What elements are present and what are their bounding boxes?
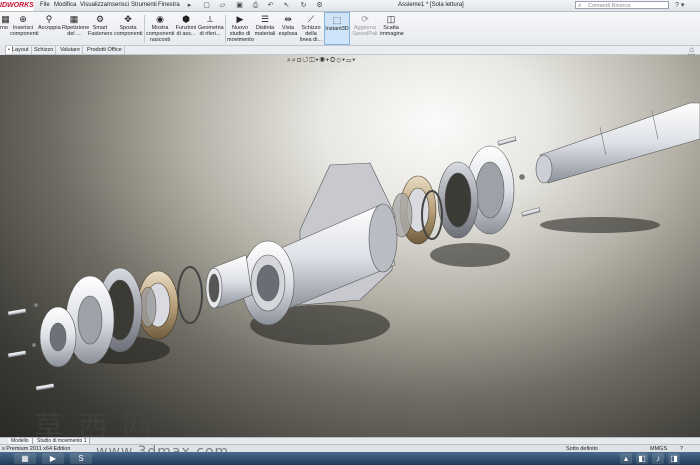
tray-icon-1[interactable]: ▴ (620, 453, 632, 464)
shaft (535, 102, 700, 184)
move-component-icon: ✥ (124, 14, 132, 24)
pattern-icon: ▦ (69, 14, 79, 24)
right-flanges (437, 145, 515, 239)
save-icon[interactable]: ▣ (235, 1, 244, 10)
pin-icon[interactable]: ▸ (185, 1, 194, 10)
options-icon[interactable]: ⚙ (315, 1, 324, 10)
button-label: Mostra componenti nascosti (146, 25, 175, 43)
ribbon-separator (225, 15, 226, 43)
button-label: Inserisci componenti (10, 25, 39, 37)
motion-study-button[interactable]: ▶ Nuovo studio di movimento (227, 12, 254, 45)
left-bearing (137, 270, 179, 340)
command-tabs: • Layout Schizzo Valutare Prodotti Offic… (0, 46, 700, 55)
mate-button[interactable]: ⚲ Accoppia (38, 12, 61, 45)
search-placeholder: Comandi Ricerca (588, 3, 631, 9)
tab-layout[interactable]: Layout (10, 46, 32, 54)
right-bearing (391, 175, 437, 245)
tab-prodotti-office[interactable]: Prodotti Office (85, 46, 125, 54)
undo-icon[interactable]: ↶ (266, 1, 275, 10)
tray-icon-2[interactable]: ◧ (636, 453, 648, 464)
assembly-feature-button[interactable]: ⬢ Funzioni di ass... (175, 12, 197, 45)
button-label: Instant3D (325, 26, 349, 32)
snapshot-button[interactable]: ◫ Scatta immagine (380, 12, 404, 45)
camera-icon: ◫ (386, 14, 396, 24)
insert-component-icon: ⊕ (19, 14, 27, 24)
rebuild-icon[interactable]: ↻ (299, 1, 308, 10)
move-component-button[interactable]: ✥ Sposta componenti (114, 12, 142, 45)
button-label: Nuovo studio di movimento (227, 25, 254, 43)
assembly-feature-icon: ⬢ (182, 14, 190, 24)
solidworks-taskbar-icon[interactable]: S (70, 453, 92, 464)
menu-file[interactable]: File (40, 0, 50, 11)
windows-taskbar: ▦ ▶ S ▴ ◧ ♪ ◨ (0, 452, 700, 465)
button-label: Scatta immagine (380, 25, 404, 37)
search-icon: ⌕ (578, 3, 582, 9)
exploded-assembly-model (7, 102, 700, 391)
menu-bar: IDWORKS File Modifica Visualizza Inseris… (0, 0, 700, 12)
tab-valutare[interactable]: Valutare (58, 46, 84, 54)
motion-study-icon: ▶ (236, 14, 244, 24)
speedpak-icon: ⟳ (361, 14, 369, 24)
insert-component-button[interactable]: ⊕ Inserisci componenti (10, 12, 39, 45)
menu-inserisci[interactable]: Inserisci (107, 0, 129, 11)
app-logo[interactable]: IDWORKS (0, 0, 34, 11)
reference-geometry-button[interactable]: ⟂ Geometria di riferi... (198, 12, 224, 45)
help-icon[interactable]: ? ▾ (675, 1, 695, 10)
media-player-icon[interactable]: ▶ (42, 453, 64, 464)
pattern-button[interactable]: ▦ Ripetizione del ... (62, 12, 90, 45)
search-input[interactable]: ⌕ Comandi Ricerca (575, 1, 669, 9)
menu-strumenti[interactable]: Strumenti (131, 0, 157, 11)
explode-line-button[interactable]: ⟋ Schizzo della linea di... (300, 12, 322, 45)
new-document-icon[interactable]: ▢ (202, 1, 211, 10)
instant3d-icon: ⬚ (332, 15, 342, 25)
tray-icon-3[interactable]: ♪ (652, 453, 664, 464)
graphics-area[interactable] (0, 55, 700, 437)
button-label: Accoppia (38, 25, 61, 31)
heads-up-view-toolbar[interactable]: ⌕⌕⊡↺◫▾◉▾◎⊙▾▭▾ (287, 56, 356, 65)
document-title: Assieme1 * [Sola lettura] (398, 2, 464, 8)
show-hidden-icon: ◉ (156, 14, 164, 24)
button-label: Distinta materiali (254, 25, 276, 37)
tray-icon-4[interactable]: ◨ (668, 453, 680, 464)
exploded-view-button[interactable]: ⇹ Vista esplosa (278, 12, 298, 45)
fastener-icon: ⚙ (95, 14, 105, 24)
menu-modifica[interactable]: Modifica (54, 0, 76, 11)
command-manager: ▦ rno ⊕ Inserisci componenti ⚲ Accoppia ▦ Ri… (0, 12, 700, 46)
ribbon-separator (144, 15, 145, 43)
mate-icon: ⚲ (45, 14, 53, 24)
ribbon-partial-label: rno (0, 25, 8, 31)
button-label: Funzioni di ass... (175, 25, 197, 37)
explode-line-icon: ⟋ (307, 14, 315, 24)
button-label: Smart Fasteners (88, 25, 113, 37)
exploded-view-icon: ⇹ (284, 14, 292, 24)
menu-finestra[interactable]: Finestra (158, 0, 180, 11)
show-hidden-button[interactable]: ◉ Mostra componenti nascosti (146, 12, 174, 45)
select-icon[interactable]: ↖ (282, 1, 291, 10)
menu-visualizza[interactable]: Visualizza (80, 0, 107, 11)
button-label: Geometria di riferi... (198, 25, 224, 37)
bom-icon: ☰ (260, 14, 270, 24)
speedpak-button[interactable]: ⟳ Aggiorna SpeedPak (352, 12, 378, 45)
main-housing (241, 162, 398, 326)
tab-schizzo[interactable]: Schizzo (32, 46, 57, 54)
explorer-icon[interactable]: ▦ (14, 453, 36, 464)
ribbon-partial-left[interactable]: ▦ rno (0, 12, 10, 45)
instant3d-button[interactable]: ⬚ Instant3D (324, 12, 350, 45)
bom-button[interactable]: ☰ Distinta materiali (254, 12, 276, 45)
reference-geometry-icon: ⟂ (206, 14, 213, 24)
button-label: Ripetizione del ... (62, 25, 90, 37)
smart-fasteners-button[interactable]: ⚙ Smart Fasteners (88, 12, 112, 45)
button-label: Vista esplosa (278, 25, 298, 37)
button-label: Schizzo della linea di... (300, 25, 323, 43)
open-icon[interactable]: ▱ (218, 1, 227, 10)
button-label: Aggiorna SpeedPak (352, 25, 378, 37)
print-icon[interactable]: ⎙ (251, 1, 260, 10)
button-label: Sposta componenti (114, 25, 143, 37)
